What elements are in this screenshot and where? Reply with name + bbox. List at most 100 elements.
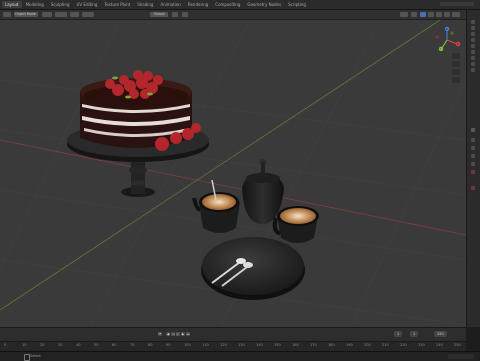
gizmo-y-label: Y [440, 47, 442, 51]
tab-scripting[interactable]: Scripting [285, 1, 309, 8]
snap-icon[interactable] [172, 12, 178, 17]
ruler-tick-label: 170 [310, 343, 317, 347]
ruler-tick-label: 100 [184, 343, 191, 347]
particles-tab-icon[interactable] [471, 68, 475, 72]
view-menu[interactable] [42, 12, 52, 17]
navigation-gizmo: X Y Z [435, 26, 461, 51]
ruler-tick-label: 140 [256, 343, 263, 347]
next-key-icon[interactable]: ▶ [181, 332, 185, 336]
tab-compositing[interactable]: Compositing [212, 1, 243, 8]
timeline-bar: ⏮ ◀ ◁ ▷ ▶ ⏭ 1 1 250 [0, 327, 466, 342]
tool-tab-icon[interactable] [471, 20, 475, 24]
material-tab-icon[interactable] [471, 154, 475, 158]
ruler-tick-label: 150 [274, 343, 281, 347]
properties-strip [466, 10, 480, 327]
ruler-tick-label: 10 [22, 343, 27, 347]
prev-key-icon[interactable]: ◀ [166, 332, 170, 336]
mode-label: Object Mode [15, 12, 36, 16]
play-reverse-icon[interactable]: ◁ [171, 332, 175, 336]
constraints-tab-icon[interactable] [471, 138, 475, 142]
ruler-tick-label: 60 [112, 343, 117, 347]
ruler-tick-label: 130 [238, 343, 245, 347]
orientation-label: Global [154, 12, 165, 16]
xray-icon[interactable] [411, 12, 417, 17]
view-layer-tab-icon[interactable] [471, 38, 475, 42]
tab-texture-paint[interactable]: Texture Paint [101, 1, 133, 8]
object-menu[interactable] [82, 12, 94, 17]
pan-icon [452, 61, 460, 67]
object-tab-icon[interactable] [471, 56, 475, 60]
3d-viewport[interactable]: X Y Z [0, 20, 466, 327]
tab-geometry-nodes[interactable]: Geometry Nodes [244, 1, 284, 8]
tab-rendering[interactable]: Rendering [185, 1, 211, 8]
jump-end-icon[interactable]: ⏭ [186, 332, 190, 336]
add-menu[interactable] [70, 12, 79, 17]
data-tab-icon[interactable] [471, 146, 475, 150]
viewport-nav-buttons [452, 53, 460, 83]
output-tab-icon[interactable] [471, 32, 475, 36]
end-frame-field[interactable]: 250 [434, 331, 447, 337]
ruler-tick-label: 190 [346, 343, 353, 347]
current-frame-field[interactable]: 1 [394, 331, 403, 337]
ruler-tick-label: 0 [4, 343, 7, 347]
workspace-tab-bar: Layout Modeling Sculpting UV Editing Texture… [0, 0, 480, 10]
overlay-icon[interactable] [400, 12, 408, 17]
ruler-tick-label: 120 [220, 343, 227, 347]
tab-animation[interactable]: Animation [157, 1, 183, 8]
ruler-tick-label: 250 [454, 343, 461, 347]
proportional-edit-icon[interactable] [182, 12, 188, 17]
tab-uv-editing[interactable]: UV Editing [74, 1, 101, 8]
tab-layout[interactable]: Layout [2, 1, 22, 8]
tab-shading[interactable]: Shading [134, 1, 156, 8]
perspective-toggle-icon [452, 77, 460, 83]
coffee-cup-left [192, 179, 240, 233]
zoom-icon [452, 53, 460, 59]
status-right-indicator [448, 354, 474, 359]
world-tab-icon[interactable] [471, 50, 475, 54]
ruler-tick-label: 210 [382, 343, 389, 347]
viewport-header: Object Mode Global [0, 10, 466, 20]
shading-solid-icon[interactable] [420, 12, 426, 17]
ruler-tick-label: 180 [328, 343, 335, 347]
tab-modeling[interactable]: Modeling [23, 1, 47, 8]
ruler-tick-label: 90 [166, 343, 171, 347]
play-icon[interactable]: ▷ [176, 332, 180, 336]
editor-type-icon[interactable] [3, 12, 11, 17]
gizmo-x-label: X [457, 42, 459, 46]
header-extra-icon[interactable] [452, 12, 460, 17]
modifier-tab-icon[interactable] [471, 62, 475, 66]
start-frame-field[interactable]: 1 [410, 331, 419, 337]
gizmo-z-label: Z [446, 27, 448, 31]
ruler-tick-label: 230 [418, 343, 425, 347]
ruler-tick-label: 50 [94, 343, 99, 347]
ruler-tick-label: 110 [202, 343, 209, 347]
ruler-tick-label: 220 [400, 343, 407, 347]
camera-view-icon [452, 69, 460, 75]
texture-tab-icon[interactable] [471, 162, 475, 166]
shading-material-icon[interactable] [428, 12, 434, 17]
plate [201, 237, 305, 300]
ruler-tick-label: 240 [436, 343, 443, 347]
scene-render: X Y Z [0, 20, 466, 327]
ruler-tick-label: 200 [364, 343, 371, 347]
workspace-tabs: Layout Modeling Sculpting UV Editing Texture… [2, 1, 309, 8]
shading-rendered-icon[interactable] [436, 12, 442, 17]
ruler-tick-label: 30 [58, 343, 63, 347]
window-controls-icon[interactable] [440, 2, 474, 6]
ruler-tick-label: 20 [40, 343, 45, 347]
ruler-tick-label: 70 [130, 343, 135, 347]
coffee-cup-right [272, 206, 319, 243]
scene-tab-icon[interactable] [471, 44, 475, 48]
scene-red-tab-icon[interactable] [471, 170, 475, 174]
color-tab-icon[interactable] [471, 186, 475, 190]
render-tab-icon[interactable] [471, 26, 475, 30]
ruler-tick-label: 40 [76, 343, 81, 347]
ruler-tick-label: 80 [148, 343, 153, 347]
tab-sculpting[interactable]: Sculpting [48, 1, 73, 8]
physics-tab-icon[interactable] [471, 128, 475, 132]
status-left-label: Select [30, 354, 41, 358]
ruler-tick-label: 160 [292, 343, 299, 347]
jump-start-icon[interactable]: ⏮ [158, 332, 162, 336]
shading-options-icon[interactable] [444, 12, 450, 17]
select-menu[interactable] [55, 12, 67, 17]
